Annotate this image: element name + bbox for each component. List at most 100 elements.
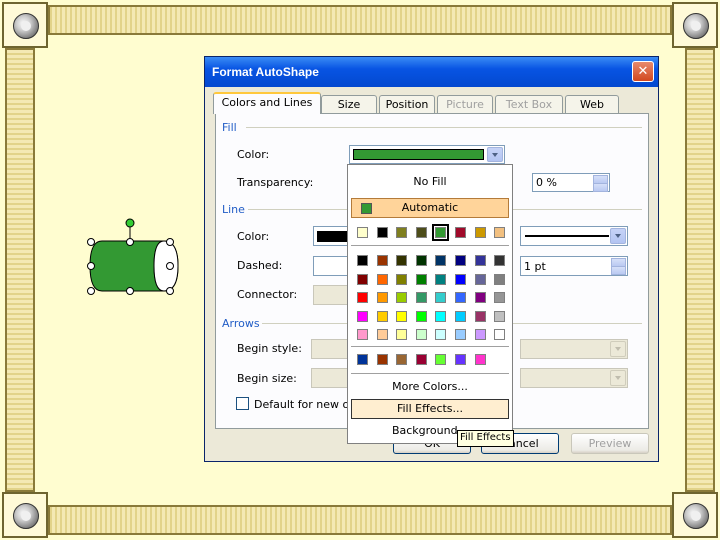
color-swatch[interactable] [357, 354, 368, 365]
popup-separator [351, 346, 509, 347]
close-button[interactable]: ✕ [632, 61, 654, 82]
color-swatch[interactable] [494, 310, 506, 322]
color-swatch[interactable] [396, 227, 408, 238]
color-swatch[interactable] [415, 354, 427, 365]
color-swatch[interactable] [455, 329, 466, 340]
color-swatch[interactable] [357, 255, 368, 266]
color-swatch[interactable] [415, 273, 427, 285]
automatic-option[interactable]: Automatic [351, 198, 509, 218]
fill-effects-tooltip: Fill Effects [457, 430, 514, 447]
tab-label: Text Box [505, 98, 553, 111]
color-swatch[interactable] [455, 273, 466, 285]
more-colors-option[interactable]: More Colors... [351, 377, 509, 397]
color-swatch[interactable] [376, 227, 388, 238]
color-swatch[interactable] [415, 329, 427, 340]
corner-bottom-right [672, 492, 718, 538]
color-swatch[interactable] [435, 310, 447, 322]
color-swatch[interactable] [376, 329, 388, 340]
color-swatch[interactable] [494, 292, 506, 303]
transparency-spinner[interactable] [593, 175, 608, 192]
color-swatch[interactable] [357, 329, 368, 340]
color-swatch[interactable] [376, 292, 388, 303]
color-swatch[interactable] [494, 255, 506, 266]
color-swatch[interactable] [357, 310, 368, 322]
frame-left [5, 48, 35, 492]
color-swatch[interactable] [415, 227, 427, 238]
resize-handle [126, 238, 134, 246]
color-swatch[interactable] [376, 354, 388, 365]
color-swatch[interactable] [474, 255, 486, 266]
color-swatch[interactable] [396, 255, 408, 266]
begin-style-label: Begin style: [237, 342, 302, 355]
color-swatch[interactable] [415, 292, 427, 303]
line-weight-spinner[interactable] [611, 258, 626, 275]
end-style-dropdown[interactable] [520, 339, 628, 359]
corner-top-left [2, 2, 48, 48]
line-style-dropdown[interactable] [520, 226, 628, 246]
chevron-down-icon [610, 370, 626, 386]
color-swatch[interactable] [376, 310, 388, 322]
color-swatch[interactable] [415, 310, 427, 322]
color-swatch[interactable] [494, 273, 506, 285]
color-swatch[interactable] [376, 273, 388, 285]
preview-button[interactable]: Preview [571, 433, 649, 454]
line-weight-input[interactable]: 1 pt [520, 256, 628, 276]
fill-effects-option[interactable]: Fill Effects... [351, 399, 509, 419]
color-swatch[interactable] [494, 329, 506, 340]
transparency-input[interactable]: 0 % [532, 173, 610, 192]
color-swatch[interactable] [435, 273, 447, 285]
color-swatch[interactable] [455, 310, 466, 322]
tab-label: Web [580, 98, 604, 111]
transparency-value: 0 % [536, 176, 557, 189]
dialog-titlebar[interactable]: Format AutoShape ✕ [205, 57, 658, 87]
color-swatch[interactable] [455, 354, 466, 365]
color-picker-popup: No Fill Automatic More Colors... Fill Ef… [347, 164, 513, 444]
tab-picture[interactable]: Picture [437, 95, 493, 113]
close-icon: ✕ [637, 64, 649, 79]
default-checkbox[interactable] [236, 397, 249, 410]
resize-handle [166, 238, 174, 246]
color-swatch[interactable] [455, 227, 466, 238]
chevron-down-icon[interactable] [610, 228, 626, 244]
fill-color-dropdown[interactable] [349, 145, 505, 164]
color-swatch[interactable] [455, 255, 466, 266]
color-swatch[interactable] [435, 292, 447, 303]
tab-text-box[interactable]: Text Box [495, 95, 563, 113]
color-swatch[interactable] [474, 292, 486, 303]
color-swatch[interactable] [474, 273, 486, 285]
tab-colors-and-lines[interactable]: Colors and Lines [213, 92, 321, 114]
tab-position[interactable]: Position [379, 95, 435, 113]
color-swatch[interactable] [396, 310, 408, 322]
color-swatch[interactable] [396, 292, 408, 303]
transparency-label: Transparency: [237, 176, 314, 189]
chevron-down-icon[interactable] [487, 147, 503, 162]
color-swatch[interactable] [455, 292, 466, 303]
color-swatch[interactable] [474, 310, 486, 322]
color-swatch[interactable] [494, 227, 506, 238]
color-swatch[interactable] [435, 354, 447, 365]
color-swatch[interactable] [474, 329, 486, 340]
color-swatch[interactable] [357, 292, 368, 303]
color-swatch[interactable] [415, 255, 427, 266]
tab-size[interactable]: Size [321, 95, 377, 113]
dashed-label: Dashed: [237, 259, 283, 272]
color-swatch[interactable] [474, 354, 486, 365]
color-swatch[interactable] [396, 354, 408, 365]
no-fill-option[interactable]: No Fill [351, 172, 509, 192]
color-swatch[interactable] [357, 273, 368, 285]
popup-separator [351, 373, 509, 374]
color-swatch[interactable] [357, 227, 368, 238]
color-swatch[interactable] [432, 224, 450, 241]
color-swatch[interactable] [435, 255, 447, 266]
dialog-title: Format AutoShape [212, 65, 319, 79]
color-swatch[interactable] [396, 329, 408, 340]
corner-top-right [672, 2, 718, 48]
end-size-dropdown[interactable] [520, 368, 628, 388]
color-swatch[interactable] [376, 255, 388, 266]
tab-web[interactable]: Web [565, 95, 619, 113]
begin-size-label: Begin size: [237, 372, 297, 385]
color-swatch[interactable] [474, 227, 486, 238]
color-swatch[interactable] [435, 329, 447, 340]
selected-autoshape[interactable] [84, 214, 184, 298]
color-swatch[interactable] [396, 273, 408, 285]
